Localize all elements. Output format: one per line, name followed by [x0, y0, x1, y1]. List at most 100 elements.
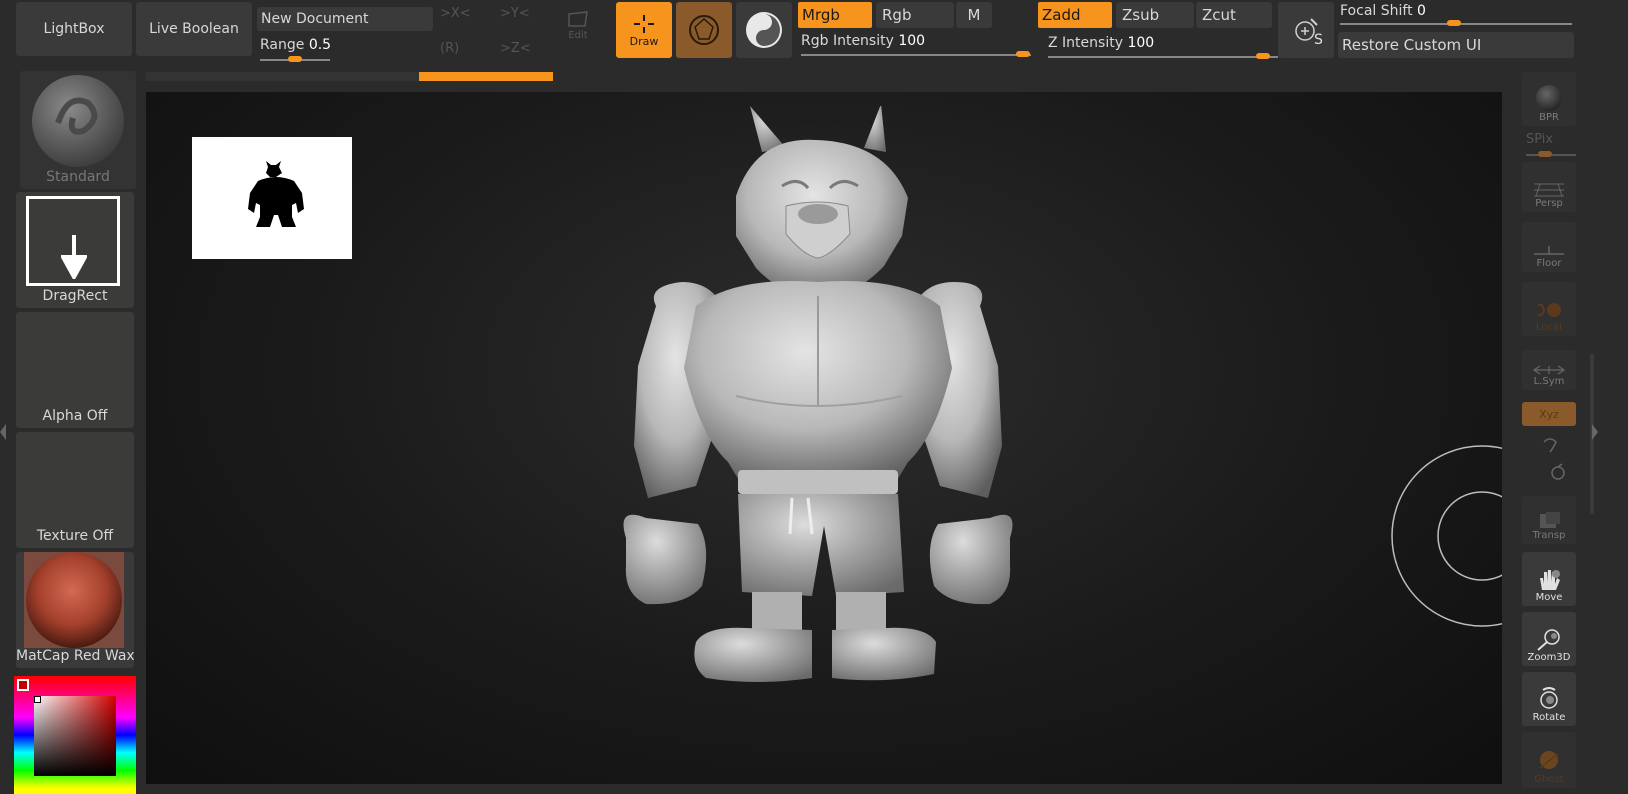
rotate-label: Rotate	[1532, 712, 1566, 723]
zsub-button[interactable]: Zsub	[1116, 2, 1194, 28]
active-tab-indicator[interactable]	[419, 72, 553, 81]
dynamic-button[interactable]	[736, 2, 792, 58]
rotate-button[interactable]: Rotate	[1522, 672, 1576, 726]
bpr-button[interactable]: BPR	[1522, 72, 1576, 126]
s-label: S	[1314, 32, 1323, 48]
texture-name: Texture Off	[36, 528, 114, 544]
live-boolean-button[interactable]: Live Boolean	[136, 2, 252, 56]
ghost-label: Ghost	[1534, 774, 1564, 785]
left-tray-toggle[interactable]	[0, 420, 6, 444]
transp-label: Transp	[1532, 530, 1566, 541]
rotate-y-axis-button[interactable]	[1538, 434, 1562, 456]
texture-tile[interactable]: Texture Off	[16, 432, 134, 548]
floor-button[interactable]: Floor	[1522, 222, 1576, 272]
rgb-button[interactable]: Rgb	[876, 2, 954, 28]
spix-slider[interactable]: SPix	[1526, 132, 1580, 152]
move-button[interactable]: Move	[1522, 552, 1576, 606]
focal-shift-label: Focal Shift	[1340, 3, 1413, 19]
brush-tile[interactable]: Standard	[20, 71, 136, 189]
r-button[interactable]: (R)	[440, 41, 490, 61]
floor-icon	[1534, 246, 1564, 255]
lsym-icon	[1532, 365, 1566, 375]
werewolf-silhouette	[248, 161, 304, 227]
zoom3d-button[interactable]: Zoom3D	[1522, 612, 1576, 666]
z-intensity-slider[interactable]: Z Intensity 100	[1048, 35, 1268, 57]
navigation-gizmo[interactable]	[1390, 444, 1502, 628]
spix-knob[interactable]	[1538, 151, 1552, 157]
transp-button[interactable]: Transp	[1522, 496, 1576, 544]
werewolf-model[interactable]	[586, 106, 1086, 706]
restore-custom-ui-button[interactable]: Restore Custom UI	[1338, 32, 1574, 58]
lightbox-button[interactable]: LightBox	[16, 2, 132, 56]
rgb-intensity-label: Rgb Intensity	[801, 33, 894, 49]
mirror-z-button[interactable]: >Z<	[500, 41, 550, 61]
zcut-button[interactable]: Zcut	[1196, 2, 1272, 28]
right-tray-toggle[interactable]	[1592, 420, 1600, 444]
rotate-z-axis-button[interactable]	[1546, 462, 1570, 484]
matcap-red-wax-icon	[24, 552, 124, 648]
stroke-tile[interactable]: DragRect	[16, 192, 134, 308]
rotate-z-icon	[1551, 463, 1565, 480]
color-cursor[interactable]	[34, 696, 41, 703]
z-intensity-value: 100	[1127, 35, 1155, 51]
rotate-y-icon	[1543, 438, 1557, 453]
z-intensity-label: Z Intensity	[1048, 35, 1123, 51]
sculptris-pro-button[interactable]	[676, 2, 732, 58]
persp-label: Persp	[1535, 198, 1563, 209]
draw-crosshair-icon	[634, 14, 654, 33]
xyz-button[interactable]: Xyz	[1522, 402, 1576, 426]
reference-image	[192, 137, 352, 259]
brush-name: Standard	[46, 169, 110, 185]
bpr-sphere-icon	[1536, 85, 1562, 111]
draw-label: Draw	[629, 34, 659, 48]
material-tile[interactable]: MatCap Red Wax	[16, 552, 134, 668]
range-knob[interactable]	[288, 56, 302, 62]
focal-shift-value: 0	[1417, 3, 1426, 19]
sculptris-pro-icon	[689, 15, 719, 45]
dynamic-icon	[746, 12, 782, 48]
z-intensity-knob[interactable]	[1256, 53, 1270, 59]
rgb-intensity-slider[interactable]: Rgb Intensity 100	[801, 33, 1031, 55]
floor-label: Floor	[1536, 258, 1562, 269]
edit-icon	[568, 11, 588, 27]
persp-icon	[1534, 183, 1564, 197]
lsym-button[interactable]: L.Sym	[1522, 350, 1576, 390]
viewport-canvas[interactable]	[146, 92, 1502, 784]
draw-button[interactable]: Draw	[616, 2, 672, 58]
range-value: 0.5	[308, 37, 332, 53]
local-label: Local	[1536, 322, 1562, 333]
rgb-intensity-track	[801, 54, 1031, 56]
transp-icon	[1540, 512, 1560, 528]
color-picker[interactable]	[14, 676, 136, 794]
edit-button[interactable]: Edit	[560, 10, 596, 50]
hand-move-icon	[1540, 570, 1560, 590]
color-saturation-square[interactable]	[34, 696, 116, 776]
zoom3d-label: Zoom3D	[1527, 652, 1571, 663]
alpha-name: Alpha Off	[42, 408, 108, 424]
edit-label: Edit	[568, 30, 588, 41]
local-button[interactable]: Local	[1522, 282, 1576, 336]
rgb-intensity-knob[interactable]	[1016, 51, 1030, 57]
zadd-button[interactable]: Zadd	[1038, 2, 1112, 28]
brush-size-button[interactable]: S	[1278, 2, 1334, 58]
mirror-x-button[interactable]: >X<	[440, 6, 490, 26]
rgb-intensity-value: 100	[898, 33, 926, 49]
standard-brush-icon	[32, 75, 124, 167]
spix-label: SPix	[1526, 132, 1554, 147]
range-label: Range	[260, 37, 305, 53]
focal-shift-knob[interactable]	[1447, 20, 1461, 26]
rotate-icon	[1540, 687, 1558, 709]
persp-button[interactable]: Persp	[1522, 162, 1576, 212]
zoom3d-icon	[1537, 629, 1560, 651]
mrgb-button[interactable]: Mrgb	[798, 2, 872, 28]
ghost-button[interactable]: Ghost	[1522, 732, 1576, 788]
new-document-button[interactable]: New Document	[257, 7, 433, 31]
main-color-swatch[interactable]	[17, 679, 29, 691]
alpha-tile[interactable]: Alpha Off	[16, 312, 134, 428]
ghost-icon	[1539, 751, 1559, 769]
local-icon	[1537, 303, 1561, 317]
xyz-label: Xyz	[1539, 407, 1559, 421]
z-intensity-track	[1048, 56, 1278, 58]
m-button[interactable]: M	[956, 2, 992, 28]
mirror-y-button[interactable]: >Y<	[500, 6, 550, 26]
